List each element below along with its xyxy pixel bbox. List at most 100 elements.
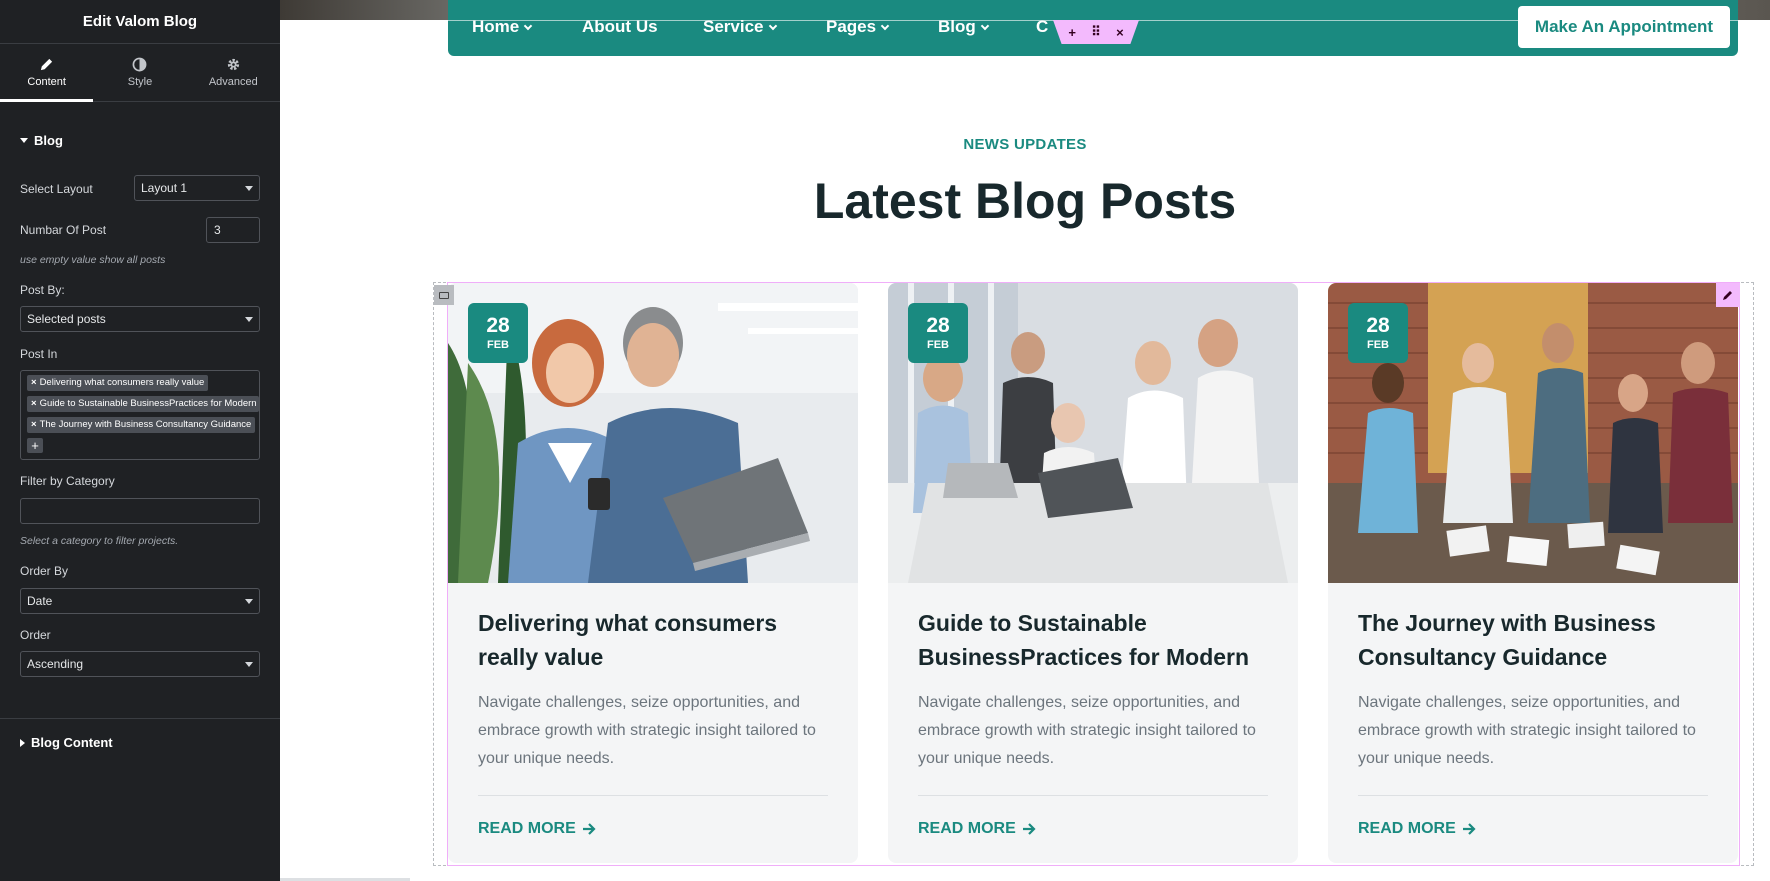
tab-style[interactable]: Style [93,44,186,101]
select-layout-dropdown[interactable]: Layout 1 [134,175,260,201]
add-element-icon[interactable]: + [1068,25,1076,40]
section-blog-content-title: Blog Content [31,735,113,750]
post-in-chip[interactable]: × The Journey with Business Consultancy G… [27,417,256,433]
filter-by-category-label: Filter by Category [20,474,115,488]
remove-chip-icon[interactable]: × [31,377,37,388]
half-circle-icon [133,57,147,72]
select-layout-label: Select Layout [20,182,93,196]
number-of-post-help: use empty value show all posts [20,254,166,266]
section-heading: Latest Blog Posts [813,173,1237,229]
date-day: 28 [1366,314,1390,337]
tab-advanced[interactable]: Advanced [187,44,280,101]
date-day: 28 [926,314,950,337]
pencil-icon [41,58,53,71]
nav-item-contact[interactable]: C [1036,17,1048,37]
panel-header: Edit Valom Blog [0,0,280,44]
filter-by-category-help: Select a category to filter projects. [20,535,179,547]
chevron-down-icon [880,21,890,30]
divider [0,718,280,719]
element-toolbar: + ⠿ × [1053,20,1139,44]
nav-item-service[interactable]: Service [703,17,777,37]
order-label: Order [20,628,51,642]
remove-chip-icon[interactable]: × [31,398,37,409]
section-eyebrow: NEWS UPDATES [963,136,1087,153]
select-layout-value: Layout 1 [141,181,188,195]
divider [918,795,1268,796]
caret-right-icon [20,738,25,747]
nav-item-blog[interactable]: Blog [938,17,990,37]
blog-card: 28 FEB Delivering what consumers really … [448,283,858,863]
section-blog-title: Blog [34,133,63,148]
add-post-button[interactable]: + [27,438,43,453]
post-in-chip[interactable]: × Guide to Sustainable BusinessPractices … [27,396,259,412]
blog-card-image[interactable]: 28 FEB [1328,283,1738,583]
date-month: FEB [487,339,509,351]
section-blog-toggle[interactable]: Blog [0,133,83,148]
date-month: FEB [1367,339,1389,351]
post-in-label: Post In [20,347,58,361]
panel-title: Edit Valom Blog [82,13,198,30]
caret-down-icon [245,661,253,667]
date-day: 28 [486,314,510,337]
read-more-link[interactable]: READ MORE [1358,820,1476,838]
arrow-right-icon [582,823,596,835]
make-appointment-button[interactable]: Make An Appointment [1518,6,1730,48]
caret-down-icon [20,138,28,143]
number-of-post-input[interactable]: 3 [206,217,260,243]
blog-card-excerpt: Navigate challenges, seize opportunities… [478,694,816,767]
nav-item-about[interactable]: About Us [582,17,658,37]
section-blog-content-toggle[interactable]: Blog Content [0,735,133,750]
nav-item-home[interactable]: Home [472,17,533,37]
nav-item-pages[interactable]: Pages [826,17,890,37]
caret-down-icon [245,185,253,191]
divider [478,795,828,796]
blog-card-image[interactable]: 28 FEB [888,283,1298,583]
tab-advanced-label: Advanced [208,76,258,88]
tab-content-label: Content [27,76,66,88]
order-by-label: Order By [20,564,69,578]
blog-card-excerpt: Navigate challenges, seize opportunities… [918,694,1256,767]
column-handle[interactable] [434,285,454,305]
post-by-label: Post By: [20,283,65,297]
number-of-post-label: Numbar Of Post [20,223,107,237]
divider [1358,795,1708,796]
read-more-link[interactable]: READ MORE [478,820,596,838]
editor-panel: Edit Valom Blog Content Style Advanced B… [0,0,280,881]
date-badge: 28 FEB [1348,303,1408,363]
filter-by-category-input[interactable] [20,498,260,524]
post-by-dropdown[interactable]: Selected posts [20,306,260,332]
post-in-multiselect[interactable]: × Delivering what consumers really value … [20,370,260,460]
blog-card-title[interactable]: The Journey with Business Consultancy Gu… [1358,606,1718,674]
tab-style-label: Style [127,76,153,88]
column-icon [439,291,449,299]
number-of-post-value: 3 [214,223,221,237]
chevron-down-icon [980,21,990,30]
chevron-down-icon [768,21,777,30]
caret-down-icon [245,598,253,604]
tab-content[interactable]: Content [0,44,94,102]
panel-tabs: Content Style Advanced [0,44,280,102]
blog-card-title[interactable]: Delivering what consumers really value [478,606,838,674]
chevron-down-icon [523,21,533,30]
arrow-right-icon [1022,823,1036,835]
post-in-chip[interactable]: × Delivering what consumers really value [27,375,209,391]
gear-icon [227,58,239,71]
post-by-value: Selected posts [27,312,106,326]
order-dropdown[interactable]: Ascending [20,651,260,677]
close-icon[interactable]: × [1116,25,1124,40]
arrow-right-icon [1462,823,1476,835]
blog-card-title[interactable]: Guide to Sustainable BusinessPractices f… [918,606,1278,674]
blog-card-image[interactable]: 28 FEB [448,283,858,583]
blog-card-excerpt: Navigate challenges, seize opportunities… [1358,694,1696,767]
remove-chip-icon[interactable]: × [31,419,37,430]
edit-widget-button[interactable] [1716,283,1740,307]
page-preview: Home About Us Service Pages Blog C Make … [280,0,1770,881]
order-by-value: Date [27,594,53,608]
read-more-link[interactable]: READ MORE [918,820,1036,838]
date-badge: 28 FEB [468,303,528,363]
order-value: Ascending [27,657,84,671]
caret-down-icon [245,316,253,322]
order-by-dropdown[interactable]: Date [20,588,260,614]
date-badge: 28 FEB [908,303,968,363]
drag-handle-icon[interactable]: ⠿ [1091,24,1101,40]
